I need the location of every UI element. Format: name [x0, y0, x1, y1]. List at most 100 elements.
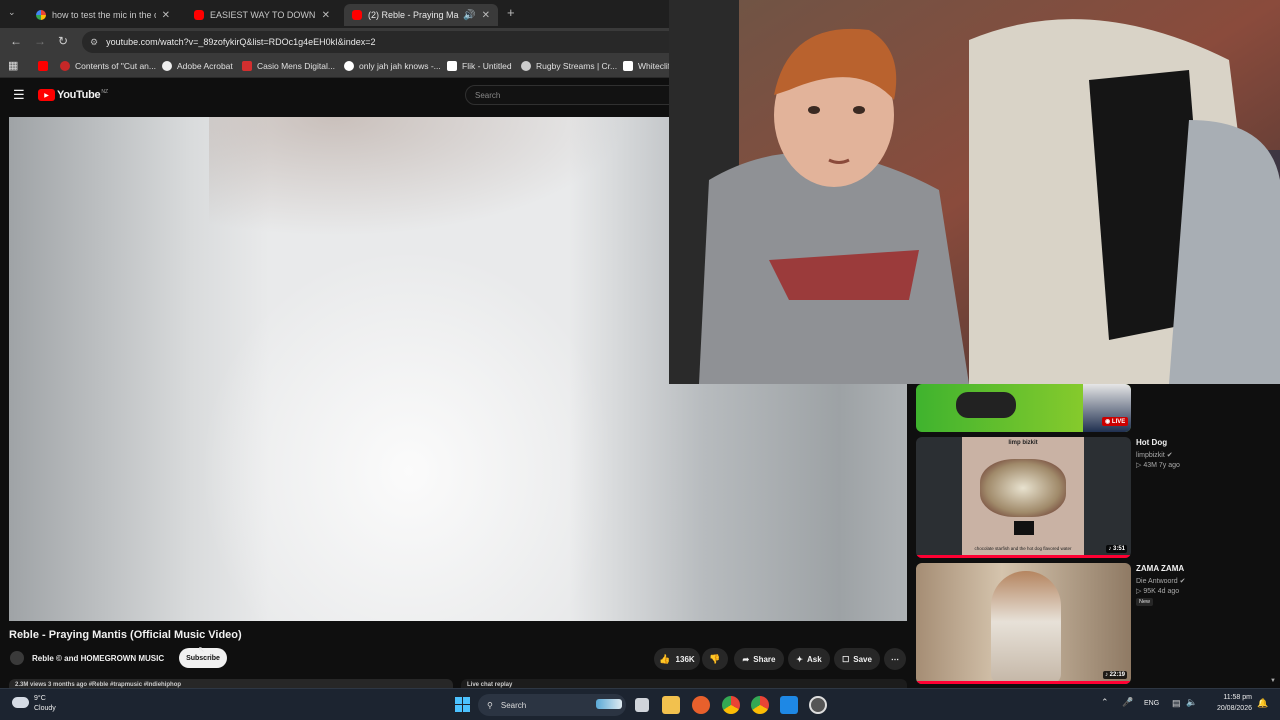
brave-browser-icon[interactable]	[692, 696, 710, 714]
webcam-overlay	[669, 0, 1280, 384]
network-icon[interactable]: ▤	[1172, 698, 1181, 709]
taskbar-search-label: Search	[500, 700, 527, 710]
sidebar-thumbnail-zama-zama[interactable]: ♪ 22:19	[916, 563, 1131, 684]
cloud-icon	[12, 697, 29, 708]
bookmark-label: Rugby Streams | Cr...	[536, 61, 618, 71]
tab-praying-mantis[interactable]: (2) Reble - Praying Mantis 🔊 ✕	[344, 4, 498, 26]
task-view-icon[interactable]	[635, 698, 649, 712]
weather-description[interactable]: Cloudy	[34, 705, 56, 712]
menu-icon[interactable]: ☰	[13, 87, 25, 103]
scroll-down-arrow-icon[interactable]: ▼	[1270, 678, 1276, 684]
bookmark-youtube[interactable]	[38, 61, 53, 71]
bookmark-label: Flik - Untitled	[462, 61, 512, 71]
region-code: NZ	[101, 89, 108, 95]
sidebar-stats: ▷ 43M 7y ago	[1136, 462, 1180, 469]
live-badge: ◉ LIVE	[1102, 417, 1129, 426]
tab-list-chevron-icon[interactable]: ⌄	[8, 7, 16, 18]
close-tab-icon[interactable]: ✕	[162, 10, 170, 21]
bookmark-jah[interactable]: only jah jah knows -...	[344, 61, 441, 71]
url-text: youtube.com/watch?v=_89zofykirQ&list=RDO…	[106, 37, 376, 47]
save-label: Save	[853, 654, 872, 664]
verified-icon: ✔	[1179, 578, 1186, 585]
rugby-icon	[521, 61, 531, 71]
bookmark-adobe-acrobat[interactable]: Adobe Acrobat	[162, 61, 233, 71]
thumbs-up-icon: 👍	[659, 653, 671, 664]
microphone-icon[interactable]: 🎤	[1122, 697, 1133, 708]
whitecliff-icon	[623, 61, 633, 71]
duration-badge: ♪ 22:19	[1102, 671, 1127, 679]
notifications-icon[interactable]: 🔔	[1257, 698, 1268, 709]
tab-download[interactable]: EASIEST WAY TO DOWNLOAD ✕	[186, 4, 338, 26]
speaker-icon[interactable]: 🔊	[463, 10, 475, 21]
clock-time[interactable]: 11:58 pm	[1214, 694, 1252, 701]
address-bar[interactable]: ⚙ youtube.com/watch?v=_89zofykirQ&list=R…	[82, 31, 682, 53]
sidebar-stats-text: 95K 4d ago	[1143, 588, 1180, 595]
sidebar-channel: Die Antwoord ✔	[1136, 577, 1185, 585]
channel-avatar[interactable]	[10, 651, 24, 665]
channel-name[interactable]: Reble © and HOMEGROWN MUSIC	[32, 654, 164, 663]
language-indicator[interactable]: ENG	[1144, 700, 1159, 707]
chrome-profile-icon[interactable]	[751, 696, 769, 714]
parental-advisory-icon	[1014, 521, 1034, 535]
more-actions-button[interactable]: ⋯	[884, 648, 906, 670]
chrome-icon[interactable]	[722, 696, 740, 714]
sidebar-thumbnail-live[interactable]: ◉ LIVE	[916, 384, 1131, 432]
start-icon[interactable]	[455, 697, 470, 712]
sidebar-channel-name: limpbizkit	[1136, 452, 1165, 459]
more-icon: ⋯	[891, 654, 899, 664]
youtube-logo[interactable]: ▶ YouTube NZ	[38, 89, 108, 101]
bookmark-label: Casio Mens Digital...	[257, 61, 335, 71]
progress-bar	[916, 555, 1131, 558]
like-button[interactable]: 👍 136K	[654, 648, 700, 670]
ask-button[interactable]: ✦ Ask	[788, 648, 830, 670]
bookmark-casio[interactable]: Casio Mens Digital...	[242, 61, 335, 71]
weather-temperature[interactable]: 9°C	[34, 695, 46, 702]
description-box[interactable]: 2.3M views 3 months ago #Reble #trapmusi…	[9, 679, 453, 688]
site-info-icon[interactable]: ⚙	[90, 37, 98, 48]
show-hidden-icons-icon[interactable]: ⌃	[1101, 697, 1109, 708]
back-icon[interactable]: ←	[10, 34, 22, 48]
close-tab-icon[interactable]: ✕	[322, 10, 330, 21]
sidebar-thumbnail-hot-dog[interactable]: limp bizkit chocolate starfish and the h…	[916, 437, 1131, 558]
store-app-icon[interactable]	[780, 696, 798, 714]
sailboat-icon[interactable]	[596, 699, 622, 709]
reload-icon[interactable]: ↻	[58, 34, 68, 48]
sidebar-stats: ▷ 95K 4d ago	[1136, 588, 1180, 595]
sidebar-video-title: ZAMA ZAMA	[1136, 564, 1185, 573]
close-tab-icon[interactable]: ✕	[482, 10, 490, 21]
volume-icon[interactable]: 🔈	[1186, 697, 1197, 708]
youtube-logo-text: YouTube	[57, 89, 101, 101]
sidebar-meta-zama-zama[interactable]: ZAMA ZAMA Die Antwoord ✔ ▷ 95K 4d ago Ne…	[1136, 564, 1185, 606]
share-label: Share	[753, 654, 776, 664]
album-art-figures	[980, 459, 1066, 517]
bookmark-flik[interactable]: Flik - Untitled	[447, 61, 512, 71]
sidebar-video-title: Hot Dog	[1136, 438, 1168, 447]
search-placeholder: Search	[475, 90, 501, 100]
video-frame-glow	[199, 247, 619, 621]
apps-icon[interactable]: ▦	[8, 59, 18, 72]
tab-mic-test[interactable]: how to test the mic in the choic ✕	[28, 4, 178, 26]
share-button[interactable]: ➦ Share	[734, 648, 784, 670]
clock-date[interactable]: 20/08/2026	[1206, 705, 1252, 712]
sidebar-meta-hot-dog[interactable]: Hot Dog limpbizkit ✔ ▷ 43M 7y ago	[1136, 438, 1180, 469]
youtube-play-icon: ▶	[38, 89, 55, 101]
flik-icon	[447, 61, 457, 71]
recording-app-icon[interactable]	[809, 696, 827, 714]
bookmark-whitecliff[interactable]: Whitecliff	[623, 61, 672, 71]
google-icon	[344, 61, 354, 71]
forward-icon[interactable]: →	[34, 34, 46, 48]
dislike-button[interactable]: 👎	[702, 648, 728, 670]
live-chat-box[interactable]: Live chat replay	[461, 679, 907, 688]
tab-title: (2) Reble - Praying Mantis	[368, 10, 459, 20]
thumbs-down-icon: 👎	[709, 653, 721, 664]
sidebar-channel: limpbizkit ✔	[1136, 451, 1180, 459]
new-tab-icon[interactable]: +	[507, 5, 515, 20]
youtube-icon	[38, 61, 48, 71]
file-explorer-icon[interactable]	[662, 696, 680, 714]
live-badge-text: LIVE	[1111, 419, 1126, 425]
bookmark-rugby[interactable]: Rugby Streams | Cr...	[521, 61, 617, 71]
sidebar-channel-name: Die Antwoord	[1136, 578, 1178, 585]
search-input[interactable]: Search	[465, 85, 675, 105]
bookmark-cut-an[interactable]: Contents of "Cut an...	[60, 61, 156, 71]
save-button[interactable]: ☐ Save	[834, 648, 880, 670]
